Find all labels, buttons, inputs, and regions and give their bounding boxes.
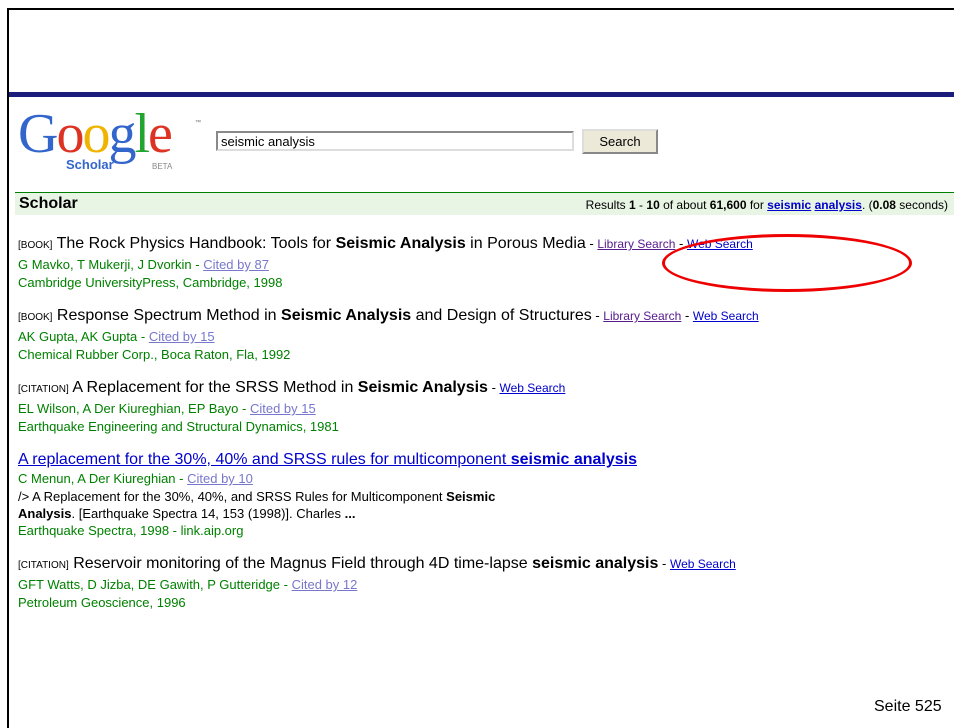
result-authors: EL Wilson, A Der Kiureghian, EP Bayo - C…: [18, 401, 316, 416]
result-source: Earthquake Spectra, 1998 - link.aip.org: [18, 523, 244, 538]
result-item: [BOOK] Response Spectrum Method in Seism…: [18, 306, 918, 364]
web-search-link[interactable]: Web Search: [693, 309, 759, 323]
results-list: [BOOK] The Rock Physics Handbook: Tools …: [18, 234, 918, 626]
result-source: Chemical Rubber Corp., Boca Raton, Fla, …: [18, 347, 291, 362]
result-authors: GFT Watts, D Jizba, DE Gawith, P Gutteri…: [18, 577, 358, 592]
results-stats: Results 1 - 10 of about 61,600 for seism…: [585, 198, 948, 212]
cited-by-link[interactable]: Cited by 10: [187, 471, 253, 486]
search-input[interactable]: [216, 131, 574, 151]
header-rule: [9, 92, 954, 97]
result-type-tag: [CITATION]: [18, 560, 69, 571]
logo-trademark: ™: [195, 120, 201, 126]
logo-subtitle: Scholar: [66, 157, 114, 172]
results-header-bar: Scholar Results 1 - 10 of about 61,600 f…: [15, 192, 954, 215]
slide-page-number: Seite 525: [874, 698, 942, 715]
highlight-ellipse: [662, 234, 912, 292]
result-title: [CITATION] Reservoir monitoring of the M…: [18, 555, 736, 572]
result-type-tag: [CITATION]: [18, 384, 69, 395]
result-authors: AK Gupta, AK Gupta - Cited by 15: [18, 329, 215, 344]
cited-by-link[interactable]: Cited by 12: [292, 577, 358, 592]
section-title: Scholar: [19, 195, 78, 212]
web-search-link[interactable]: Web Search: [500, 381, 566, 395]
result-type-tag: [BOOK]: [18, 240, 53, 251]
logo-beta: BETA: [152, 162, 173, 171]
cited-by-link[interactable]: Cited by 15: [149, 329, 215, 344]
result-item: [CITATION] A Replacement for the SRSS Me…: [18, 378, 918, 436]
search-button[interactable]: Search: [582, 129, 658, 154]
result-item: [CITATION] Reservoir monitoring of the M…: [18, 554, 918, 612]
result-item: A replacement for the 30%, 40% and SRSS …: [18, 450, 918, 540]
query-link-seismic[interactable]: seismic: [767, 198, 811, 212]
result-title: [BOOK] Response Spectrum Method in Seism…: [18, 307, 759, 324]
result-authors: C Menun, A Der Kiureghian - Cited by 10: [18, 471, 253, 486]
result-type-tag: [BOOK]: [18, 312, 53, 323]
cited-by-link[interactable]: Cited by 87: [203, 257, 269, 272]
google-scholar-logo[interactable]: Google ™ Scholar BETA: [18, 103, 201, 176]
result-title: A replacement for the 30%, 40% and SRSS …: [18, 450, 918, 470]
result-title: [CITATION] A Replacement for the SRSS Me…: [18, 379, 566, 396]
result-snippet: /> A Replacement for the 30%, 40%, and S…: [18, 489, 496, 521]
library-search-link[interactable]: Library Search: [597, 237, 675, 251]
cited-by-link[interactable]: Cited by 15: [250, 401, 316, 416]
library-search-link[interactable]: Library Search: [603, 309, 681, 323]
result-title-link[interactable]: A replacement for the 30%, 40% and SRSS …: [18, 451, 637, 468]
result-source: Petroleum Geoscience, 1996: [18, 595, 186, 610]
web-search-link[interactable]: Web Search: [670, 557, 736, 571]
query-link-analysis[interactable]: analysis: [815, 198, 862, 212]
result-source: Earthquake Engineering and Structural Dy…: [18, 419, 339, 434]
